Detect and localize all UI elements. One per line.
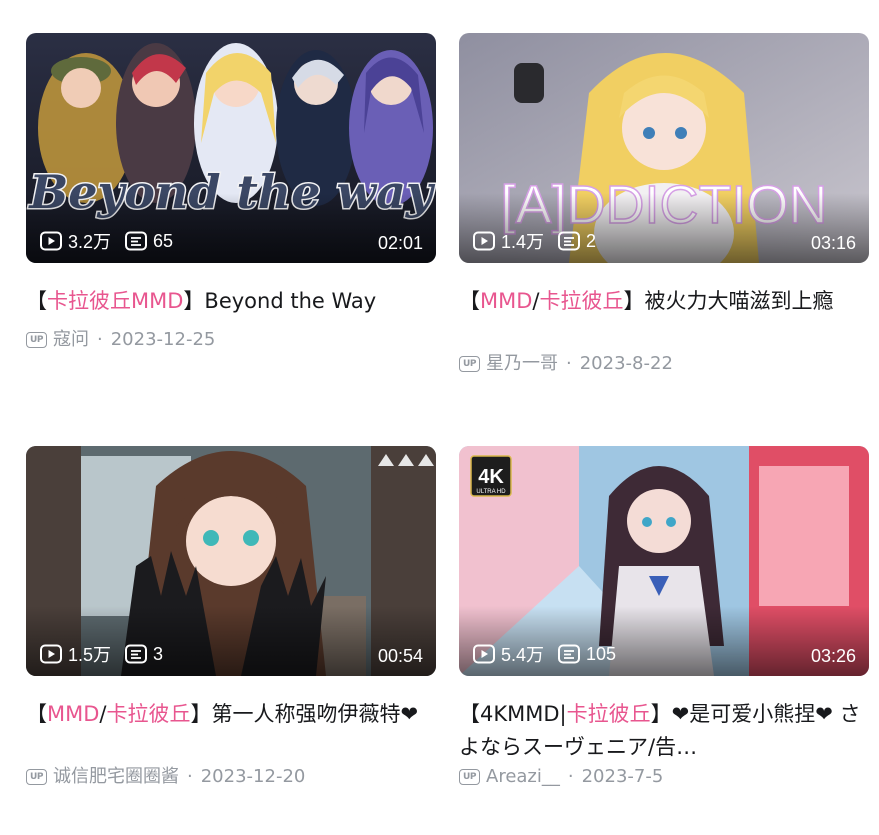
title-keyword-highlight: 卡拉彼丘 xyxy=(539,289,624,313)
video-duration: 00:54 xyxy=(377,646,423,666)
play-count: 1.5万 xyxy=(40,641,111,667)
4k-badge-text: 4K xyxy=(478,466,504,488)
separator-dot: · xyxy=(97,329,103,350)
title-text: 【 xyxy=(26,289,47,313)
video-duration: 03:26 xyxy=(810,646,856,666)
author-name[interactable]: 诚信肥宅圈圈酱 xyxy=(53,764,179,790)
danmaku-count-value: 3 xyxy=(153,643,164,664)
separator-dot: · xyxy=(567,766,574,787)
title-text: 】Beyond the Way xyxy=(183,289,377,313)
danmaku-count-value: 2 xyxy=(586,230,597,251)
video-grid: Beyond the way 3.2万 65 02:01 【卡拉彼丘MMD】Be… xyxy=(26,33,869,813)
title-text: / xyxy=(99,702,107,726)
title-keyword-highlight: MMD xyxy=(480,289,533,313)
up-badge-icon: UP xyxy=(459,769,480,785)
title-keyword-highlight: 卡拉彼丘 xyxy=(106,702,191,726)
title-text: 】被火力大喵滋到上瘾 xyxy=(623,289,834,313)
video-card[interactable]: 1.5万 3 00:54 【MMD/卡拉彼丘】第一人称强吻伊薇特❤ UP 诚信肥… xyxy=(26,446,436,790)
title-text: / xyxy=(532,289,540,313)
separator-dot: · xyxy=(566,353,572,374)
video-duration: 03:16 xyxy=(810,233,856,253)
danmaku-count-value: 65 xyxy=(153,230,174,251)
publish-date: 2023-12-25 xyxy=(110,329,216,350)
author-name[interactable]: 寇问 xyxy=(53,327,89,353)
play-count-value: 1.5万 xyxy=(68,645,112,665)
danmaku-icon xyxy=(125,644,148,664)
danmaku-icon xyxy=(125,231,148,251)
title-text: 【 xyxy=(26,702,47,726)
author-name[interactable]: 星乃一哥 xyxy=(486,351,558,377)
publish-date: 2023-7-5 xyxy=(581,766,664,787)
title-keyword-highlight: MMD xyxy=(47,702,100,726)
up-badge-icon: UP xyxy=(26,332,47,348)
publish-date: 2023-8-22 xyxy=(579,353,673,374)
video-thumbnail[interactable]: 1.5万 3 00:54 xyxy=(26,446,436,676)
play-count-value: 1.4万 xyxy=(501,232,545,252)
video-duration: 02:01 xyxy=(377,233,423,253)
separator-dot: · xyxy=(187,766,193,787)
video-thumbnail[interactable]: [A]DDICTION 1.4万 2 03:16 xyxy=(459,33,869,263)
title-keyword-highlight: 卡拉彼丘 xyxy=(566,702,651,726)
video-meta: UP 寇问 · 2023-12-25 xyxy=(26,327,436,353)
play-icon xyxy=(40,231,62,251)
video-card[interactable]: Beyond the way 3.2万 65 02:01 【卡拉彼丘MMD】Be… xyxy=(26,33,436,353)
title-text: 【4KMMD| xyxy=(459,702,567,726)
author-name[interactable]: Areazi__ xyxy=(486,764,560,790)
play-icon xyxy=(473,231,495,251)
danmaku-icon xyxy=(558,231,581,251)
video-stats: 5.4万 105 xyxy=(473,641,616,667)
title-text: 【 xyxy=(459,289,480,313)
video-title[interactable]: 【MMD/卡拉彼丘】第一人称强吻伊薇特❤ xyxy=(26,698,436,764)
ultra-hd-badge-text: ULTRA HD xyxy=(476,489,506,495)
video-stats: 1.5万 3 xyxy=(40,641,163,667)
play-icon xyxy=(473,644,495,664)
danmaku-icon xyxy=(558,644,581,664)
play-count: 3.2万 xyxy=(40,228,111,254)
publish-date: 2023-12-20 xyxy=(200,766,306,787)
up-badge-icon: UP xyxy=(459,356,480,372)
video-title[interactable]: 【MMD/卡拉彼丘】被火力大喵滋到上瘾 xyxy=(459,285,869,351)
danmaku-count: 65 xyxy=(125,231,173,252)
video-card[interactable]: [A]DDICTION 1.4万 2 03:16 【MMD/卡拉彼丘】被火力大喵… xyxy=(459,33,869,377)
danmaku-count-value: 105 xyxy=(586,643,617,664)
danmaku-count: 105 xyxy=(558,644,616,665)
play-count: 1.4万 xyxy=(473,228,544,254)
play-icon xyxy=(40,644,62,664)
video-thumbnail[interactable]: Beyond the way 3.2万 65 02:01 xyxy=(26,33,436,263)
danmaku-count: 2 xyxy=(558,231,596,252)
up-badge-icon: UP xyxy=(26,769,47,785)
title-text: 】第一人称强吻伊薇特❤ xyxy=(190,702,419,726)
video-title[interactable]: 【4KMMD|卡拉彼丘】❤是可爱小熊捏❤ さよならスーヴェニア/告… xyxy=(459,698,869,764)
title-keyword-highlight: 卡拉彼丘MMD xyxy=(47,289,184,313)
video-meta: UP Areazi__ · 2023-7-5 xyxy=(459,764,869,790)
video-card[interactable]: 4K ULTRA HD 5.4万 105 03:26 【4KMMD|卡拉彼丘】❤… xyxy=(459,446,869,790)
play-count-value: 5.4万 xyxy=(501,645,545,665)
video-stats: 3.2万 65 xyxy=(40,228,173,254)
play-count: 5.4万 xyxy=(473,641,544,667)
video-stats: 1.4万 2 xyxy=(473,228,596,254)
video-meta: UP 星乃一哥 · 2023-8-22 xyxy=(459,351,869,377)
video-thumbnail[interactable]: 4K ULTRA HD 5.4万 105 03:26 xyxy=(459,446,869,676)
danmaku-count: 3 xyxy=(125,644,163,665)
video-meta: UP 诚信肥宅圈圈酱 · 2023-12-20 xyxy=(26,764,436,790)
play-count-value: 3.2万 xyxy=(68,232,112,252)
